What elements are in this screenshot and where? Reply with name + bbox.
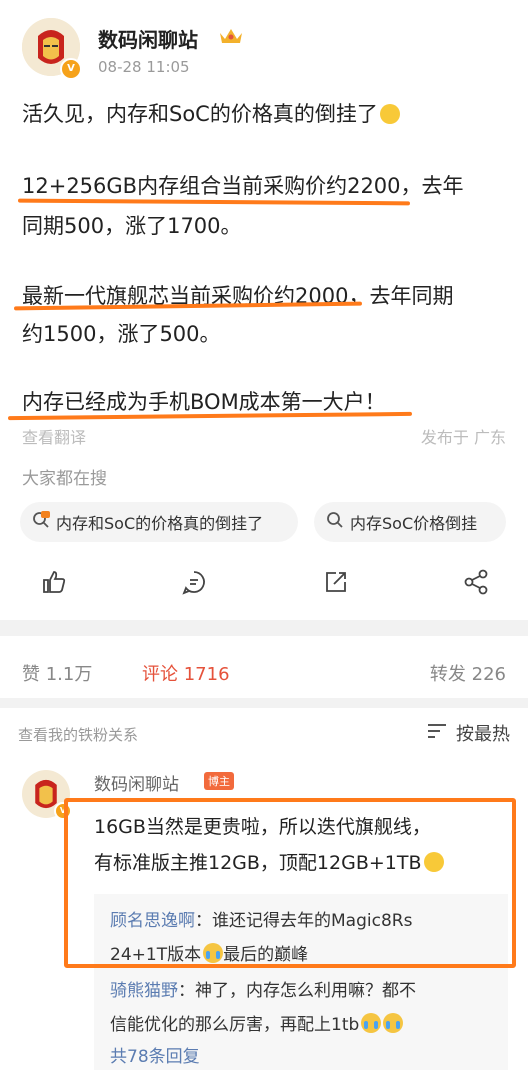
post-line-5: 约1500，涨了500。 bbox=[22, 322, 221, 346]
more-replies-link[interactable]: 共78条回复 bbox=[110, 1042, 200, 1067]
facepalm-emoji-icon bbox=[379, 104, 400, 124]
post-line-3: 同期500，涨了1700。 bbox=[22, 214, 242, 238]
search-section-title: 大家都在搜 bbox=[22, 469, 107, 489]
crown-icon bbox=[218, 25, 244, 47]
translate-link[interactable]: 查看翻译 bbox=[22, 424, 86, 448]
search-chip-1[interactable]: 内存和SoC的价格真的倒挂了 bbox=[20, 502, 298, 542]
search-icon bbox=[326, 511, 344, 533]
tab-likes[interactable]: 赞 1.1万 bbox=[22, 660, 92, 686]
comment-author[interactable]: 数码闲聊站 bbox=[94, 770, 179, 795]
section-divider bbox=[0, 620, 528, 636]
like-icon[interactable] bbox=[40, 568, 68, 596]
section-divider bbox=[0, 698, 528, 708]
tab-comments[interactable]: 评论 1716 bbox=[142, 660, 230, 686]
highlight-box bbox=[64, 798, 516, 968]
tab-reposts[interactable]: 转发 226 bbox=[430, 660, 506, 686]
hot-search-icon bbox=[32, 511, 50, 533]
author-name[interactable]: 数码闲聊站 bbox=[98, 24, 198, 53]
search-chip-2[interactable]: 内存SoC价格倒挂 bbox=[314, 502, 506, 542]
post-line-6: 内存已经成为手机BOM成本第一大户！ bbox=[22, 390, 386, 414]
post-location: 发布于 广东 bbox=[420, 428, 506, 447]
repost-icon[interactable] bbox=[322, 568, 350, 596]
post-line-2: 12+256GB内存组合当前采购价约2200，去年 bbox=[22, 174, 464, 198]
crying-emoji-icon bbox=[383, 1013, 404, 1033]
fans-relation-link[interactable]: 查看我的铁粉关系 bbox=[18, 724, 138, 745]
verified-badge-icon: V bbox=[60, 58, 82, 80]
crying-emoji-icon bbox=[361, 1013, 382, 1033]
comment-icon[interactable] bbox=[180, 568, 208, 596]
reply-2-line-2: 信能优化的那么厉害，再配上1tb bbox=[110, 1010, 404, 1035]
author-badge: 博主 bbox=[204, 772, 234, 790]
share-icon[interactable] bbox=[462, 568, 490, 596]
reply-2-line-1: 骑熊猫野：神了，内存怎么利用嘛？都不 bbox=[110, 981, 416, 1001]
sort-hot-button[interactable]: 按最热 bbox=[426, 720, 510, 746]
post-time: 08-28 11:05 bbox=[98, 58, 190, 76]
sort-icon bbox=[426, 722, 448, 745]
post-line-1: 活久见，内存和SoC的价格真的倒挂了 bbox=[22, 98, 400, 128]
reply-user[interactable]: 骑熊猫野 bbox=[110, 981, 178, 1001]
